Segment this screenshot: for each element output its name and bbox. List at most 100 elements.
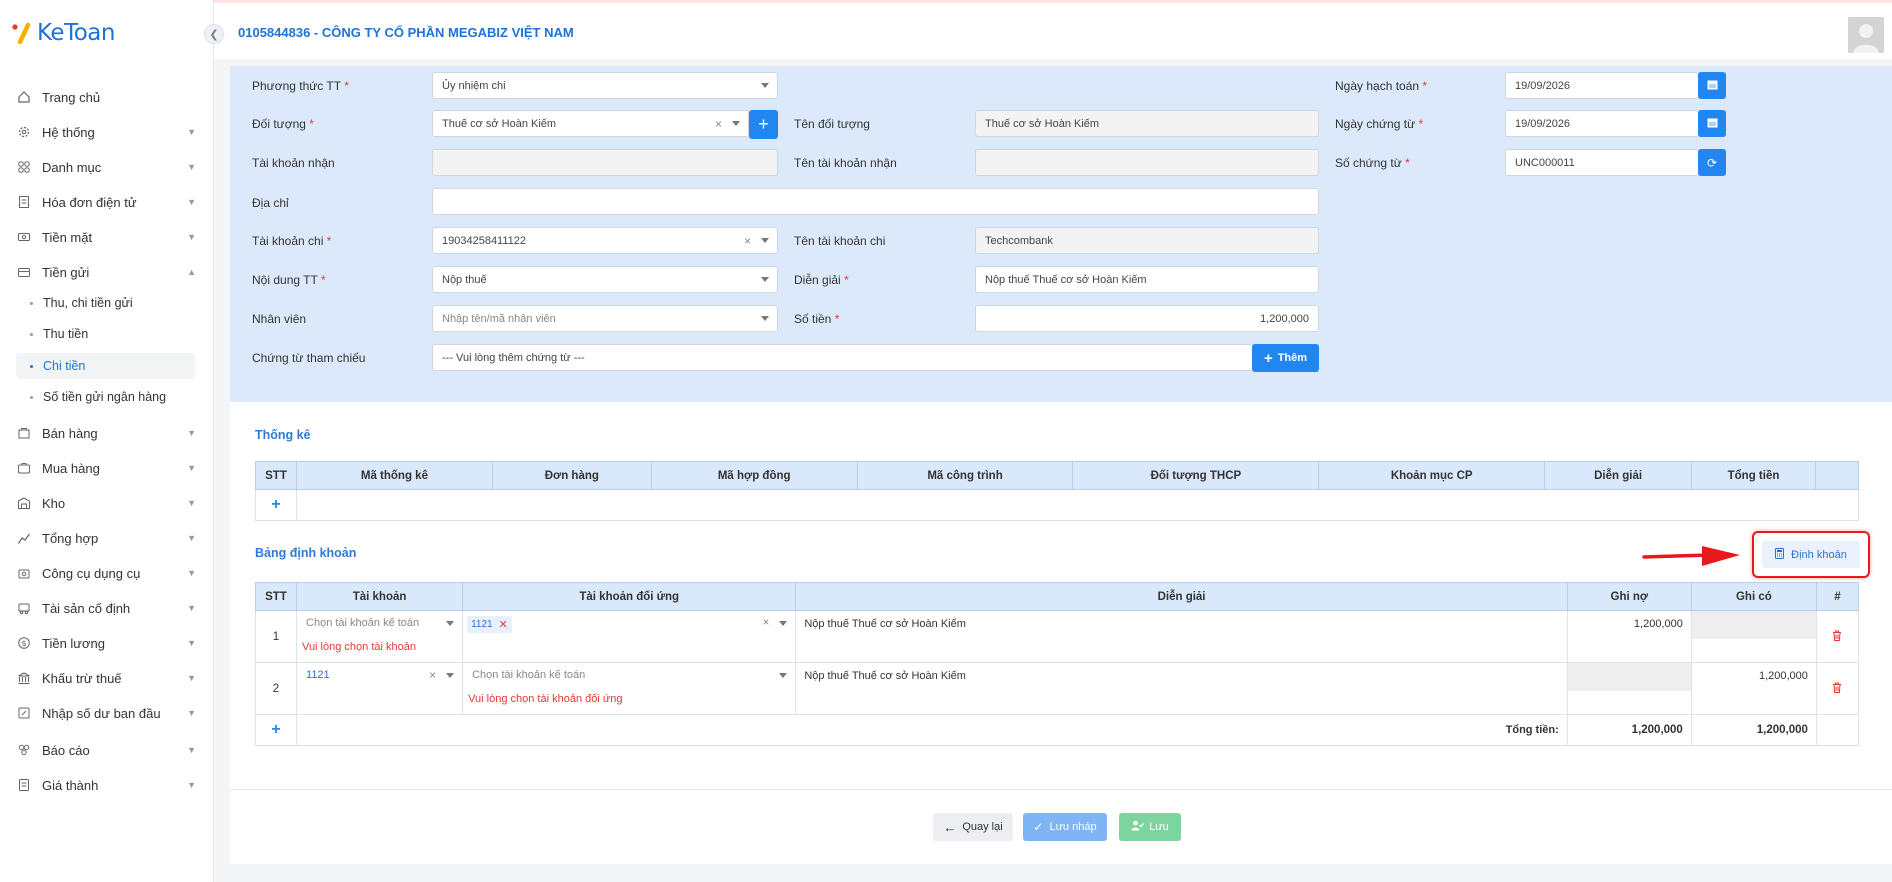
thong-ke-title: Thống kê [255, 428, 311, 442]
phuong-thuc-select[interactable]: Ủy nhiệm chi [432, 72, 778, 99]
sidebar-subitem-thu-chi-tien-gui[interactable]: Thu, chi tiền gửi [16, 290, 196, 316]
sidebar-item-cong-cu[interactable]: Công cụ dụng cụ ▼ [16, 561, 196, 585]
them-chung-tu-button[interactable]: + Thêm [1252, 344, 1319, 372]
remove-tag-icon[interactable]: ✕ [499, 618, 508, 631]
sidebar-subitem-thu-tien[interactable]: Thu tiền [16, 321, 196, 347]
chart-icon [16, 530, 32, 546]
avatar[interactable] [1848, 17, 1884, 53]
sidebar-item-hoa-don[interactable]: Hóa đơn điện tử ▼ [16, 190, 196, 214]
trash-icon [1832, 682, 1842, 696]
cost-icon [16, 777, 32, 793]
sidebar-item-label: Tiền mặt [42, 229, 93, 245]
sidebar-item-tien-luong[interactable]: $ Tiền lương ▼ [16, 631, 196, 655]
doi-ung-cell[interactable]: 1121 ✕ × [462, 610, 797, 663]
dien-giai-cell[interactable]: Nộp thuế Thuế cơ sở Hoàn Kiếm [795, 610, 1568, 663]
calendar-button[interactable] [1698, 72, 1726, 99]
ten-doi-tuong-input[interactable]: Thuế cơ sở Hoàn Kiếm [975, 110, 1319, 137]
sidebar-item-label: Khấu trừ thuế [42, 670, 122, 686]
ghi-co-cell[interactable]: 1,200,000 [1690, 662, 1817, 715]
clear-icon[interactable]: × [715, 117, 722, 131]
tk-chi-select[interactable]: 19034258411122 × [432, 227, 778, 254]
chevron-down-icon [732, 121, 740, 126]
add-doi-tuong-button[interactable]: + [749, 110, 778, 139]
doi-ung-cell[interactable]: Chọn tài khoản kế toán Vui lòng chọn tài… [462, 662, 797, 715]
sidebar-item-gia-thanh[interactable]: Giá thành ▼ [16, 773, 196, 797]
table-header-row: STT Mã thống kê Đơn hàng Mã hợp đồng Mã … [255, 461, 1860, 490]
sidebar-item-danh-muc[interactable]: Danh mục ▼ [16, 155, 196, 179]
refresh-icon: ⟳ [1706, 155, 1718, 170]
doi-ung-select[interactable]: 1121 ✕ × [467, 616, 791, 633]
sidebar-item-label: Hệ thống [42, 124, 95, 140]
tai-khoan-select[interactable]: Chọn tài khoản kế toán [301, 617, 458, 631]
sidebar-item-tai-san[interactable]: Tài sản cố định ▼ [16, 596, 196, 620]
back-label: Quay lại [962, 821, 1003, 833]
so-chung-tu-input[interactable]: UNC000011 [1505, 149, 1699, 176]
chevron-down-icon: ▼ [187, 428, 196, 438]
sidebar-item-tien-gui[interactable]: Tiền gửi ▲ [16, 260, 196, 284]
sidebar-item-tien-mat[interactable]: Tiền mặt ▼ [16, 225, 196, 249]
sidebar-subitem-chi-tien[interactable]: Chi tiền [16, 353, 195, 379]
clear-icon[interactable]: × [744, 234, 751, 248]
sidebar-subitem-so-tien-gui[interactable]: Số tiền gửi ngân hàng [16, 384, 196, 410]
delete-row-button[interactable] [1815, 610, 1860, 663]
tk-nhan-input[interactable] [432, 149, 778, 176]
tk-chi-label: Tài khoản chi * [252, 234, 332, 248]
calendar-button[interactable] [1698, 110, 1726, 137]
sidebar-item-label: Kho [42, 495, 66, 511]
noi-dung-select[interactable]: Nộp thuế [432, 266, 778, 293]
app-logo[interactable]: KeToan [12, 20, 115, 46]
ghi-no-cell[interactable]: 1,200,000 [1566, 610, 1692, 663]
clear-icon[interactable]: × [763, 617, 770, 629]
annotation-arrow-icon [1642, 546, 1740, 566]
chung-tu-input[interactable]: --- Vui lòng thêm chứng từ --- [432, 344, 1253, 371]
ghi-co-cell[interactable] [1690, 610, 1817, 663]
doi-ung-select[interactable]: Chọn tài khoản kế toán [467, 669, 791, 683]
sidebar-item-nhap-so-du[interactable]: Nhập số dư ban đầu ▼ [16, 701, 196, 725]
ten-tk-nhan-input[interactable] [975, 149, 1319, 176]
tai-khoan-cell[interactable]: 1121 × [296, 662, 464, 715]
ngay-chung-tu-input[interactable]: 19/09/2026 [1505, 110, 1699, 137]
add-row-button[interactable]: + [255, 489, 297, 521]
dien-giai-cell[interactable]: Nộp thuế Thuế cơ sở Hoàn Kiếm [795, 662, 1568, 715]
column-header: Khoản mục CP [1318, 461, 1546, 490]
sidebar-item-he-thong[interactable]: Hệ thống ▼ [16, 120, 196, 144]
chevron-down-icon: ▼ [187, 533, 196, 543]
back-button[interactable]: ← Quay lại [933, 813, 1013, 841]
sidebar-item-kho[interactable]: Kho ▼ [16, 491, 196, 515]
save-draft-button[interactable]: ✓ Lưu nháp [1023, 813, 1107, 841]
tai-khoan-select[interactable]: 1121 × [301, 668, 458, 683]
doi-tuong-select[interactable]: Thuế cơ sở Hoàn Kiếm × [432, 110, 749, 137]
delete-row-button[interactable] [1815, 662, 1860, 715]
ngay-hach-toan-input[interactable]: 19/09/2026 [1505, 72, 1699, 99]
refresh-button[interactable]: ⟳ [1698, 149, 1726, 176]
ghi-no-cell[interactable] [1566, 662, 1692, 715]
save-button[interactable]: Lưu [1119, 813, 1181, 841]
add-row-button[interactable]: + [254, 714, 298, 746]
sidebar-item-bao-cao[interactable]: Báo cáo ▼ [16, 738, 196, 762]
nhan-vien-select[interactable]: Nhập tên/mã nhân viên [432, 305, 778, 332]
sidebar-item-label: Bán hàng [42, 425, 98, 441]
ten-tk-chi-input[interactable]: Techcombank [975, 227, 1319, 254]
sidebar-item-ban-hang[interactable]: Bán hàng ▼ [16, 421, 196, 445]
tax-icon [16, 670, 32, 686]
dinh-khoan-button[interactable]: Định khoản [1762, 541, 1860, 568]
sidebar-item-label: Giá thành [42, 777, 99, 793]
sidebar-item-khau-tru-thue[interactable]: Khấu trừ thuế ▼ [16, 666, 196, 690]
so-tien-input[interactable]: 1,200,000 [975, 305, 1319, 332]
clear-icon[interactable]: × [429, 668, 436, 682]
thong-ke-table: STT Mã thống kê Đơn hàng Mã hợp đồng Mã … [255, 461, 1860, 521]
dia-chi-input[interactable] [432, 188, 1319, 215]
chevron-down-icon [761, 83, 769, 88]
salary-icon: $ [16, 635, 32, 651]
dien-giai-input[interactable]: Nộp thuế Thuế cơ sở Hoàn Kiếm [975, 266, 1319, 293]
sidebar-item-trang-chu[interactable]: Trang chủ [16, 85, 196, 109]
sidebar-item-tong-hop[interactable]: Tổng hợp ▼ [16, 526, 196, 550]
chevron-down-icon [779, 621, 788, 626]
sidebar-item-mua-hang[interactable]: Mua hàng ▼ [16, 456, 196, 480]
tai-khoan-cell[interactable]: Chọn tài khoản kế toán Vui lòng chọn tài… [296, 610, 464, 663]
table-row: 1 Chọn tài khoản kế toán Vui lòng chọn t… [254, 610, 1860, 663]
sidebar-collapse-button[interactable]: ❮ [204, 24, 224, 44]
column-header: Ghi nợ [1566, 582, 1692, 611]
column-header: Diễn giải [1544, 461, 1693, 490]
sidebar-item-label: Mua hàng [42, 460, 100, 476]
